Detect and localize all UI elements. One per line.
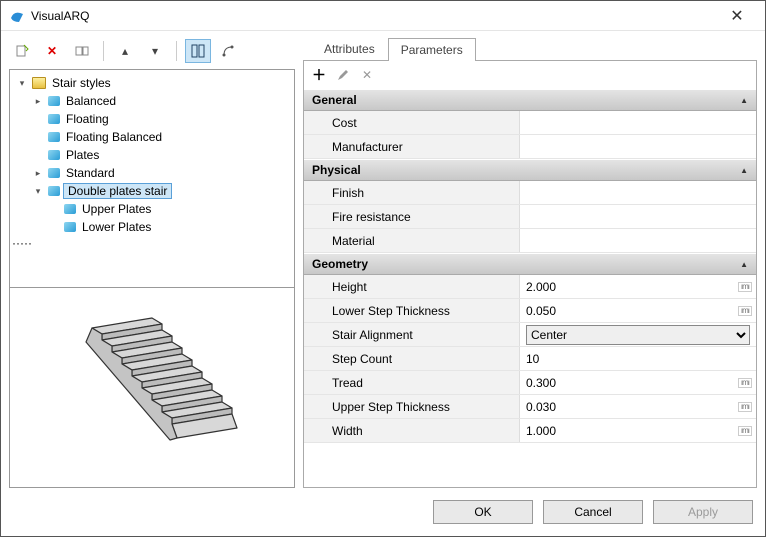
- prop-manufacturer: Manufacturer: [304, 135, 756, 159]
- right-panel: Attributes Parameters ＋ ✕ General ▲ Cost…: [303, 37, 757, 488]
- prop-cost: Cost: [304, 111, 756, 135]
- height-input[interactable]: [526, 280, 750, 294]
- tread-input[interactable]: [526, 376, 750, 390]
- cost-input[interactable]: [526, 116, 750, 130]
- rename-button[interactable]: [69, 39, 95, 63]
- material-input[interactable]: [526, 234, 750, 248]
- prop-lower-step-thickness: Lower Step Thickness ımı: [304, 299, 756, 323]
- prop-finish: Finish: [304, 181, 756, 205]
- component-icon: [64, 204, 76, 214]
- edit-parameter-button[interactable]: [332, 64, 354, 86]
- ok-button[interactable]: OK: [433, 500, 533, 524]
- left-panel: ✕ ▴ ▾ ▾ Stair styles: [9, 37, 295, 488]
- tree-root[interactable]: ▾ Stair styles: [14, 74, 292, 92]
- new-style-button[interactable]: [9, 39, 35, 63]
- view-mode-a-button[interactable]: [185, 39, 211, 63]
- prop-stair-alignment: Stair Alignment Center: [304, 323, 756, 347]
- unit-icon: ımı: [738, 282, 752, 292]
- separator: [176, 41, 177, 61]
- tree-root-label: Stair styles: [50, 76, 113, 90]
- style-icon: [48, 96, 60, 106]
- separator: [103, 41, 104, 61]
- style-icon: [48, 114, 60, 124]
- prop-material: Material: [304, 229, 756, 253]
- section-general[interactable]: General ▲: [304, 89, 756, 111]
- tree-resize-handle[interactable]: ·····: [12, 236, 292, 250]
- prop-height: Height ımı: [304, 275, 756, 299]
- stair-preview-icon: [62, 298, 242, 478]
- fire-resistance-input[interactable]: [526, 210, 750, 224]
- window-title: VisualARQ: [31, 9, 717, 23]
- tab-attributes[interactable]: Attributes: [311, 37, 388, 60]
- delete-button[interactable]: ✕: [39, 39, 65, 63]
- tree-item-floating[interactable]: ▸Floating: [30, 110, 292, 128]
- style-tree: ▾ Stair styles ▸Balanced ▸Floating ▸Floa…: [9, 69, 295, 288]
- section-physical[interactable]: Physical ▲: [304, 159, 756, 181]
- properties-grid: General ▲ Cost Manufacturer Physical ▲ F…: [303, 89, 757, 488]
- unit-icon: ımı: [738, 426, 752, 436]
- upper-step-thickness-input[interactable]: [526, 400, 750, 414]
- tree-item-floating-balanced[interactable]: ▸Floating Balanced: [30, 128, 292, 146]
- tree-item-upper-plates[interactable]: ▸Upper Plates: [46, 200, 292, 218]
- app-icon: [9, 8, 25, 24]
- component-icon: [64, 222, 76, 232]
- folder-icon: [32, 77, 46, 89]
- unit-icon: ımı: [738, 306, 752, 316]
- view-mode-b-button[interactable]: [215, 39, 241, 63]
- left-toolbar: ✕ ▴ ▾: [9, 37, 295, 65]
- lower-step-thickness-input[interactable]: [526, 304, 750, 318]
- content: ✕ ▴ ▾ ▾ Stair styles: [1, 31, 765, 488]
- tree-item-double-plates[interactable]: ▾Double plates stair: [30, 182, 292, 200]
- move-down-button[interactable]: ▾: [142, 39, 168, 63]
- style-icon: [48, 186, 60, 196]
- tree-item-lower-plates[interactable]: ▸Lower Plates: [46, 218, 292, 236]
- stair-alignment-select[interactable]: Center: [526, 325, 750, 345]
- tree-item-standard[interactable]: ▸Standard: [30, 164, 292, 182]
- collapse-icon[interactable]: ▲: [740, 260, 748, 269]
- manufacturer-input[interactable]: [526, 140, 750, 154]
- close-button[interactable]: ✕: [717, 6, 757, 26]
- tab-bar: Attributes Parameters: [303, 37, 757, 61]
- caret-right-icon[interactable]: ▸: [32, 96, 44, 107]
- apply-button[interactable]: Apply: [653, 500, 753, 524]
- style-icon: [48, 132, 60, 142]
- prop-step-count: Step Count: [304, 347, 756, 371]
- collapse-icon[interactable]: ▲: [740, 96, 748, 105]
- cancel-button[interactable]: Cancel: [543, 500, 643, 524]
- prop-tread: Tread ımı: [304, 371, 756, 395]
- prop-width: Width ımı: [304, 419, 756, 443]
- caret-down-icon[interactable]: ▾: [32, 186, 44, 197]
- tab-parameters[interactable]: Parameters: [388, 38, 476, 61]
- step-count-input[interactable]: [526, 352, 750, 366]
- add-parameter-button[interactable]: ＋: [308, 64, 330, 86]
- parameters-toolbar: ＋ ✕: [303, 61, 757, 89]
- finish-input[interactable]: [526, 186, 750, 200]
- remove-parameter-button[interactable]: ✕: [356, 64, 378, 86]
- preview-panel: [9, 288, 295, 488]
- width-input[interactable]: [526, 424, 750, 438]
- collapse-icon[interactable]: ▲: [740, 166, 748, 175]
- caret-down-icon[interactable]: ▾: [16, 78, 28, 89]
- unit-icon: ımı: [738, 402, 752, 412]
- style-icon: [48, 150, 60, 160]
- titlebar: VisualARQ ✕: [1, 1, 765, 31]
- caret-right-icon[interactable]: ▸: [32, 168, 44, 179]
- tree-item-balanced[interactable]: ▸Balanced: [30, 92, 292, 110]
- dialog-footer: OK Cancel Apply: [1, 488, 765, 536]
- move-up-button[interactable]: ▴: [112, 39, 138, 63]
- section-geometry[interactable]: Geometry ▲: [304, 253, 756, 275]
- tree-item-plates[interactable]: ▸Plates: [30, 146, 292, 164]
- prop-fire-resistance: Fire resistance: [304, 205, 756, 229]
- prop-upper-step-thickness: Upper Step Thickness ımı: [304, 395, 756, 419]
- style-icon: [48, 168, 60, 178]
- unit-icon: ımı: [738, 378, 752, 388]
